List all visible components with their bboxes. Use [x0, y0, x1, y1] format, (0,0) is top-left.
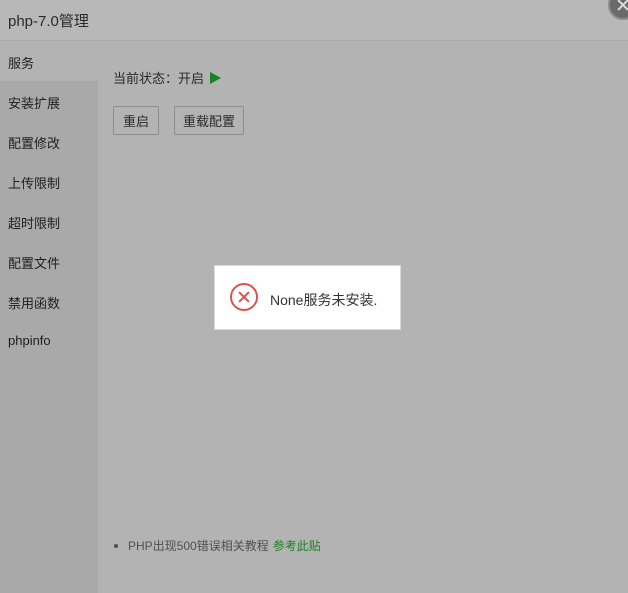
help-tip: PHP出现500错误相关教程 参考此贴 — [114, 537, 321, 554]
error-toast: None服务未安装. — [214, 265, 401, 330]
help-text: PHP出现500错误相关教程 — [128, 539, 269, 553]
sidebar-item-label: 禁用函数 — [8, 296, 61, 311]
bullet-icon — [114, 544, 118, 548]
php-manager-window: php-7.0管理 服务 安装扩展 配置修改 上传限制 超时限制 配置文件 禁用… — [0, 0, 628, 593]
sidebar-item-service[interactable]: 服务 — [0, 41, 98, 81]
sidebar-item-label: 超时限制 — [8, 216, 61, 231]
sidebar-item-install-extension[interactable]: 安装扩展 — [0, 81, 98, 121]
play-icon — [210, 72, 222, 84]
error-icon — [230, 283, 258, 311]
sidebar-item-timeout-limit[interactable]: 超时限制 — [0, 201, 98, 241]
sidebar-item-config-file[interactable]: 配置文件 — [0, 241, 98, 281]
status-label: 当前状态： — [113, 71, 179, 86]
sidebar-item-config-modify[interactable]: 配置修改 — [0, 121, 98, 161]
window-titlebar: php-7.0管理 — [0, 0, 628, 41]
reload-config-button[interactable]: 重载配置 — [174, 106, 244, 135]
sidebar-item-label: 配置修改 — [8, 136, 61, 151]
sidebar-item-label: 安装扩展 — [8, 96, 61, 111]
sidebar-item-label: 上传限制 — [8, 176, 61, 191]
sidebar-item-disabled-functions[interactable]: 禁用函数 — [0, 281, 98, 321]
sidebar-item-label: phpinfo — [8, 333, 51, 348]
status-value: 开启 — [178, 71, 205, 86]
sidebar-item-upload-limit[interactable]: 上传限制 — [0, 161, 98, 201]
sidebar-item-label: 服务 — [8, 56, 35, 71]
sidebar-item-label: 配置文件 — [8, 256, 61, 271]
close-icon[interactable] — [608, 0, 628, 20]
sidebar: 服务 安装扩展 配置修改 上传限制 超时限制 配置文件 禁用函数 phpinfo — [0, 41, 98, 593]
help-link[interactable]: 参考此贴 — [273, 539, 321, 553]
window-title: php-7.0管理 — [8, 13, 89, 30]
sidebar-item-phpinfo[interactable]: phpinfo — [0, 321, 98, 361]
service-status: 当前状态：开启 — [113, 68, 222, 87]
toast-message: None服务未安装. — [270, 292, 378, 308]
restart-button[interactable]: 重启 — [113, 106, 159, 135]
